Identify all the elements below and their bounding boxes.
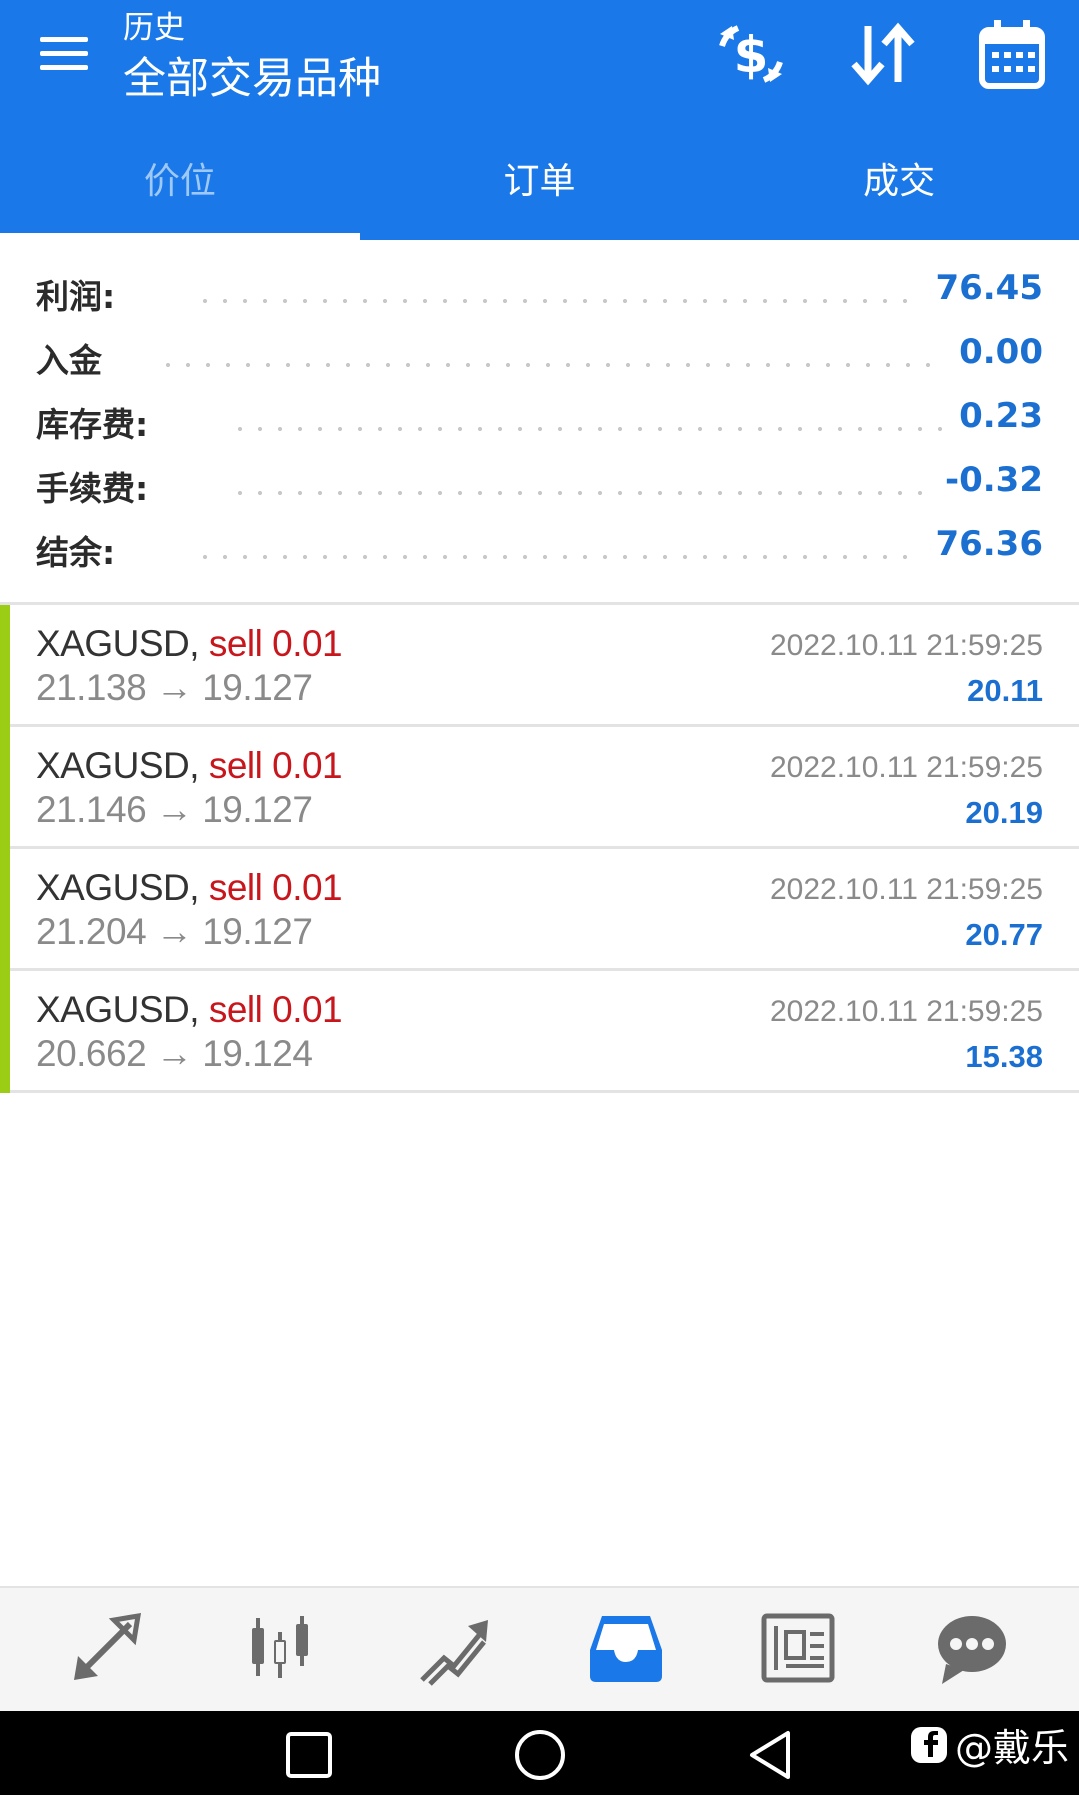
summary-value: 0.00 — [947, 332, 1043, 372]
quotes-icon[interactable] — [66, 1608, 146, 1688]
summary-label: 利润: — [36, 270, 126, 318]
sort-icon[interactable] — [844, 16, 922, 92]
menu-icon[interactable] — [40, 22, 102, 84]
summary-label: 结余: — [36, 526, 126, 574]
trade-indicator — [0, 605, 10, 727]
summary-value: -0.32 — [933, 460, 1043, 500]
calendar-icon[interactable] — [974, 16, 1052, 92]
dotted-leader — [230, 490, 929, 496]
symbol-name: XAGUSD, — [36, 623, 200, 664]
symbol-name: XAGUSD, — [36, 867, 200, 908]
trade-profit: 20.77 — [965, 917, 1043, 952]
trade-prices: 21.146 → 19.127 — [36, 789, 313, 830]
watermark-logo-icon — [910, 1726, 947, 1763]
watermark-text: @戴乐 — [954, 1726, 1069, 1770]
svg-text:$: $ — [734, 26, 769, 84]
summary-row-commission: 手续费: -0.32 — [0, 450, 1079, 514]
back-icon[interactable] — [742, 1725, 802, 1785]
news-icon[interactable] — [758, 1608, 838, 1688]
summary-value: 0.23 — [947, 396, 1043, 436]
trade-profit: 20.19 — [965, 795, 1043, 830]
tab-bar: 价位 订单 成交 — [0, 116, 1079, 240]
trade-symbol: XAGUSD, sell 0.01 — [36, 989, 343, 1031]
trade-side: sell 0.01 — [208, 745, 343, 786]
history-icon[interactable] — [586, 1608, 666, 1688]
trade-icon[interactable] — [414, 1608, 494, 1688]
trade-row[interactable]: XAGUSD, sell 0.01 20.662 → 19.124 2022.1… — [0, 971, 1079, 1093]
trade-time: 2022.10.11 21:59:25 — [769, 629, 1043, 662]
trade-row[interactable]: XAGUSD, sell 0.01 21.204 → 19.127 2022.1… — [0, 849, 1079, 971]
summary-value: 76.45 — [923, 268, 1043, 308]
trade-time: 2022.10.11 21:59:25 — [769, 995, 1043, 1028]
app-bar: 历史 全部交易品种 $ — [0, 0, 1079, 116]
summary-label: 入金 — [36, 334, 112, 382]
home-icon[interactable] — [510, 1725, 570, 1785]
trade-profit: 15.38 — [965, 1039, 1043, 1074]
summary-row-profit: 利润: 76.45 — [0, 258, 1079, 322]
tab-orders[interactable]: 订单 — [360, 116, 720, 240]
chart-icon[interactable] — [240, 1608, 320, 1688]
trade-profit: 20.11 — [967, 673, 1043, 708]
summary-row-swap: 库存费: 0.23 — [0, 386, 1079, 450]
trade-prices: 21.204 → 19.127 — [36, 911, 313, 952]
watermark: @戴乐 — [909, 1717, 1069, 1772]
trade-indicator — [0, 971, 10, 1093]
trade-side: sell 0.01 — [208, 867, 343, 908]
recents-icon[interactable] — [279, 1725, 339, 1785]
dotted-leader — [195, 554, 929, 560]
page-title[interactable]: 全部交易品种 — [123, 44, 381, 106]
chat-icon[interactable] — [932, 1608, 1012, 1688]
system-nav-bar: @戴乐 — [0, 1711, 1079, 1795]
trade-indicator — [0, 849, 10, 971]
trade-time: 2022.10.11 21:59:25 — [769, 751, 1043, 784]
tab-deals[interactable]: 成交 — [719, 116, 1079, 240]
trade-indicator — [0, 727, 10, 849]
dotted-leader — [230, 426, 944, 432]
summary-label: 手续费: — [36, 462, 159, 510]
dotted-leader — [195, 298, 929, 304]
symbol-name: XAGUSD, — [36, 745, 200, 786]
summary-label: 库存费: — [36, 398, 159, 446]
trade-symbol: XAGUSD, sell 0.01 — [36, 745, 343, 787]
bottom-nav — [0, 1586, 1079, 1711]
tab-positions[interactable]: 价位 — [0, 116, 360, 240]
trade-prices: 21.138 → 19.127 — [36, 667, 313, 708]
trade-symbol: XAGUSD, sell 0.01 — [36, 623, 343, 665]
trade-row[interactable]: XAGUSD, sell 0.01 21.138 → 19.127 2022.1… — [0, 605, 1079, 727]
trade-side: sell 0.01 — [208, 623, 343, 664]
trade-side: sell 0.01 — [208, 989, 343, 1030]
trade-symbol: XAGUSD, sell 0.01 — [36, 867, 343, 909]
trade-prices: 20.662 → 19.124 — [36, 1033, 313, 1074]
dotted-leader — [158, 362, 944, 368]
page-subtitle: 历史 — [123, 10, 185, 46]
summary-row-balance: 结余: 76.36 — [0, 514, 1079, 578]
currency-exchange-icon[interactable]: $ — [712, 16, 790, 92]
summary-value: 76.36 — [923, 524, 1043, 564]
symbol-name: XAGUSD, — [36, 989, 200, 1030]
trade-time: 2022.10.11 21:59:25 — [769, 873, 1043, 906]
summary-row-deposit: 入金 0.00 — [0, 322, 1079, 386]
trade-row[interactable]: XAGUSD, sell 0.01 21.146 → 19.127 2022.1… — [0, 727, 1079, 849]
summary-panel: 利润: 76.45 入金 0.00 库存费: 0.23 手续费: -0.32 结… — [0, 240, 1079, 605]
trade-list: XAGUSD, sell 0.01 21.138 → 19.127 2022.1… — [0, 605, 1079, 1093]
